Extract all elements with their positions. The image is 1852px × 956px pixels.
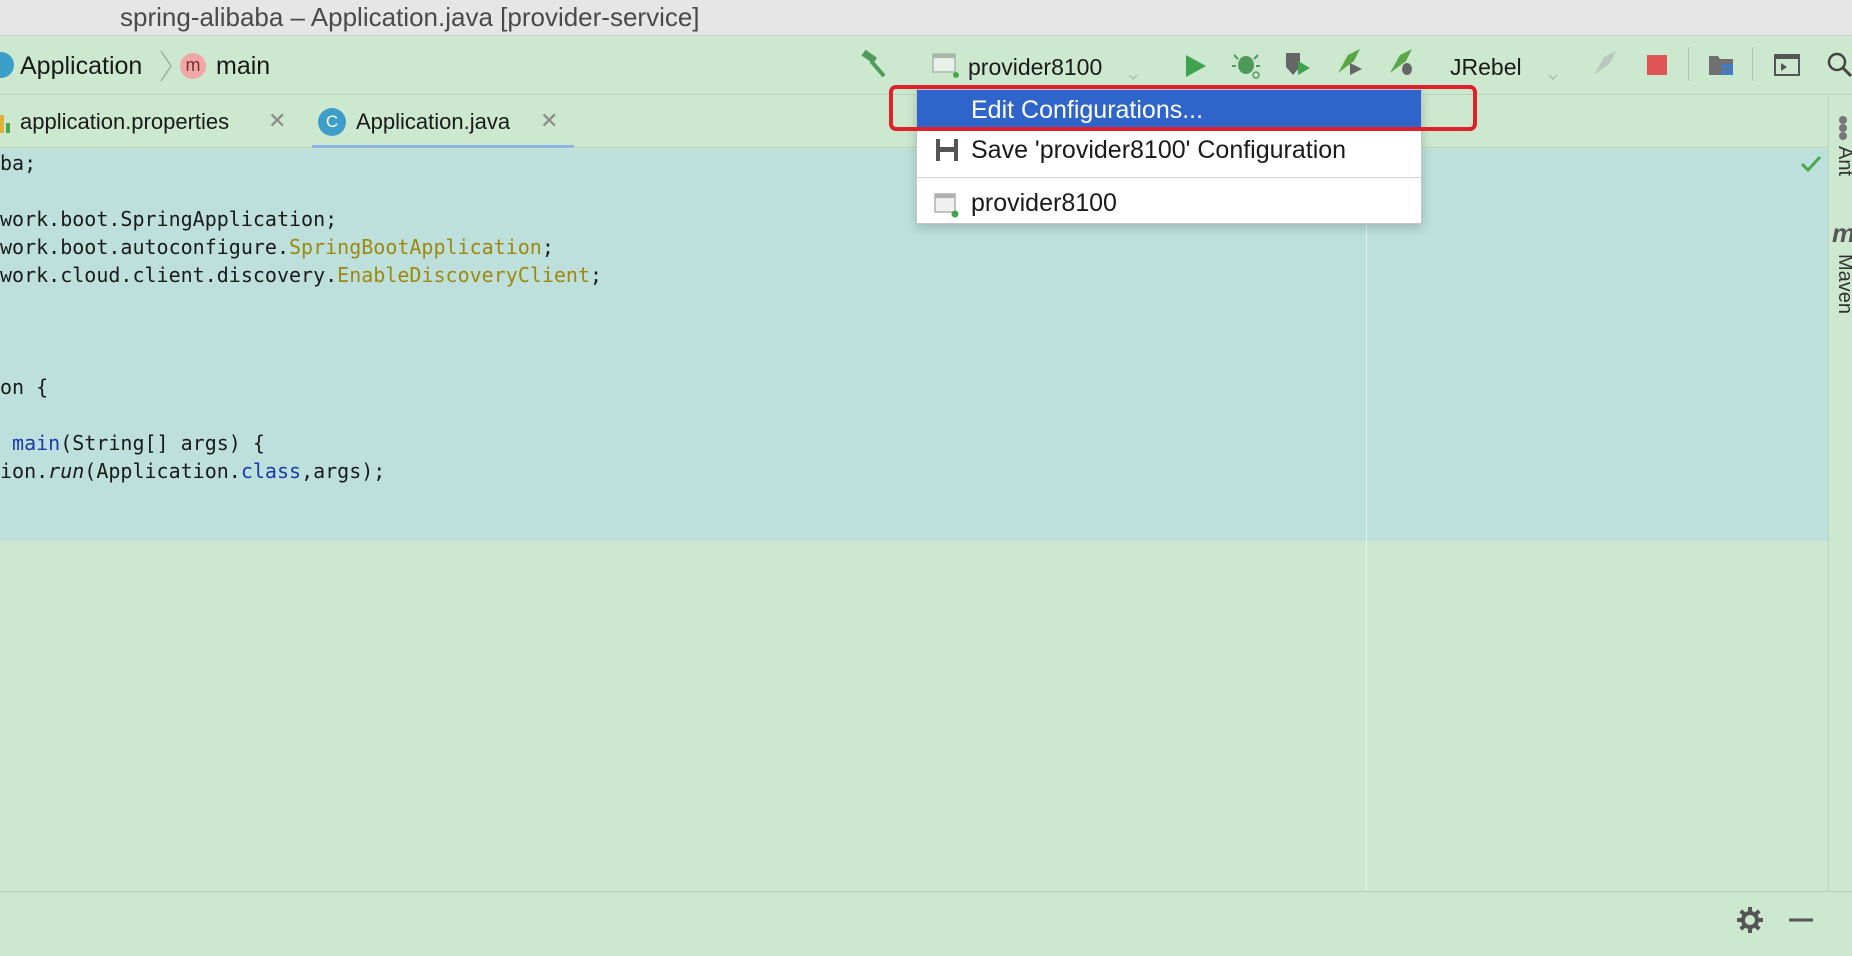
code-line-5: work.cloud.client.discovery.EnableDiscov… — [0, 261, 602, 289]
tab-application-java[interactable]: C Application.java ✕ — [312, 96, 574, 148]
save-icon — [936, 139, 958, 161]
tab-label: application.properties — [20, 109, 230, 134]
code-text: work.boot.autoconfigure. — [0, 235, 289, 259]
ant-tool-window-button[interactable]: Ant — [1833, 146, 1852, 176]
menu-item-label: Save 'provider8100' Configuration — [971, 136, 1347, 164]
tab-label: Application.java — [356, 109, 511, 134]
build-hammer-icon[interactable] — [858, 49, 888, 79]
highlight-annotation-box — [889, 85, 1477, 131]
code-line-12: ion.run(Application.class,args); — [0, 457, 385, 485]
jrebel-debug-icon[interactable] — [1386, 47, 1416, 77]
bottom-tool-bar — [0, 891, 1852, 956]
code-line-1: ba; — [0, 151, 37, 175]
window-title-bar: spring-alibaba – Application.java [provi… — [0, 0, 1852, 36]
code-text: (String[] args) { — [60, 431, 265, 455]
annotation-token: EnableDiscoveryClient — [337, 263, 591, 287]
provider8100-config-item[interactable]: provider8100 — [917, 183, 1421, 223]
code-text: ,args); — [301, 459, 386, 483]
terminal-window-icon[interactable] — [1772, 50, 1802, 80]
search-icon[interactable] — [1824, 49, 1852, 79]
jrebel-label[interactable]: JRebel — [1450, 54, 1522, 81]
code-text: ; — [590, 263, 603, 287]
chevron-down-icon — [1128, 74, 1138, 80]
breadcrumb-class[interactable]: Application — [20, 50, 142, 82]
java-class-icon: C — [318, 108, 346, 136]
code-text: ; — [541, 235, 554, 259]
code-line-11: main(String[] args) { — [0, 429, 265, 457]
close-icon[interactable]: ✕ — [268, 108, 286, 134]
attach-debugger-icon[interactable] — [1590, 49, 1620, 79]
close-icon[interactable]: ✕ — [540, 108, 558, 134]
code-text: work.cloud.client.discovery. — [0, 263, 338, 287]
right-margin-guide — [1366, 149, 1367, 891]
breadcrumb-separator-icon — [160, 50, 172, 82]
menu-separator — [917, 177, 1421, 178]
toolbar-divider-2 — [1752, 47, 1753, 81]
maven-tool-window-button[interactable]: Maven — [1833, 254, 1852, 314]
jrebel-run-icon[interactable] — [1334, 47, 1364, 77]
code-line-4: work.boot.autoconfigure.SpringBootApplic… — [0, 233, 554, 261]
tab-application-properties[interactable]: application.properties ✕ — [0, 96, 296, 148]
minimize-icon[interactable] — [1788, 914, 1814, 926]
jrebel-chevron-icon — [1548, 74, 1558, 80]
inspection-ok-checkmark-icon[interactable] — [1800, 154, 1822, 174]
code-text: (Application. — [84, 459, 241, 483]
properties-file-icon — [0, 115, 10, 133]
code-line-9: on { — [0, 375, 49, 399]
run-icon[interactable] — [1180, 51, 1210, 81]
annotation-token: SpringBootApplication — [288, 235, 542, 259]
maven-icon: m — [1832, 218, 1852, 249]
project-structure-icon[interactable] — [1706, 50, 1736, 80]
gear-icon[interactable] — [1736, 906, 1764, 934]
save-configuration-item[interactable]: Save 'provider8100' Configuration — [917, 130, 1421, 170]
toolbar-divider — [1688, 47, 1689, 81]
debug-icon[interactable] — [1232, 49, 1262, 79]
class-icon — [0, 52, 14, 78]
code-line-3: work.boot.SpringApplication; — [0, 207, 338, 231]
menu-item-label: provider8100 — [971, 189, 1117, 217]
static-method-token: run — [48, 459, 85, 483]
keyword-token: class — [240, 459, 302, 483]
run-config-icon — [932, 53, 959, 78]
ant-icon — [1839, 116, 1847, 140]
method-token: main — [12, 431, 61, 455]
right-tool-window-strip — [1828, 96, 1852, 891]
run-with-coverage-icon[interactable] — [1282, 49, 1312, 79]
breadcrumb-method[interactable]: main — [216, 50, 270, 82]
stop-icon[interactable] — [1642, 50, 1672, 80]
window-title: spring-alibaba – Application.java [provi… — [120, 2, 700, 32]
method-icon: m — [180, 53, 206, 79]
run-config-selector[interactable]: provider8100 — [968, 54, 1102, 81]
code-editor-blank[interactable] — [0, 541, 1828, 891]
code-text: ion. — [0, 459, 49, 483]
run-config-icon — [934, 193, 959, 218]
